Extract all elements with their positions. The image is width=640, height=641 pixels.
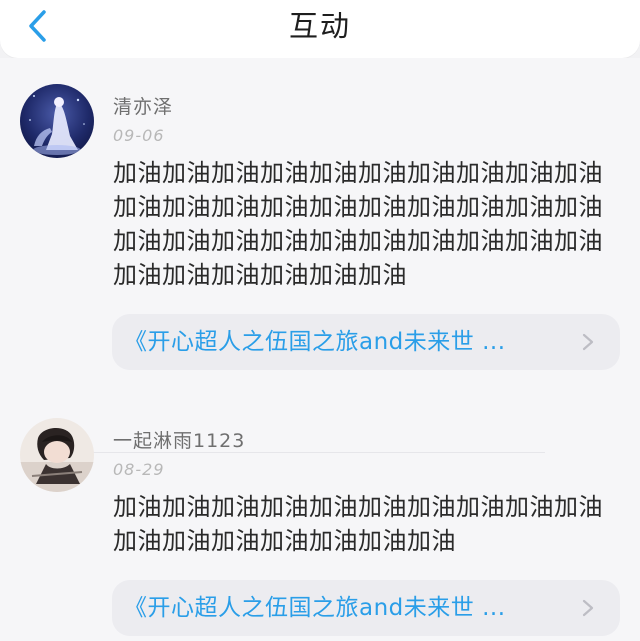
related-work-link[interactable]: 《开心超人之伍国之旅and未来世 ... bbox=[112, 580, 620, 636]
page-title: 互动 bbox=[288, 9, 351, 43]
avatar[interactable] bbox=[20, 84, 94, 158]
comment-text: 加油加油加油加油加油加油加油加油加油加油加油加油加油加油加油加油加油 bbox=[113, 493, 603, 555]
comment-date: 09-06 bbox=[113, 126, 165, 145]
comment-date: 08-29 bbox=[113, 460, 165, 479]
username[interactable]: 一起淋雨1123 bbox=[113, 426, 245, 453]
related-work-title: 《开心超人之伍国之旅and未来世 ... bbox=[124, 329, 506, 355]
app-header: 互动 bbox=[0, 0, 640, 58]
comment-text: 加油加油加油加油加油加油加油加油加油加油加油加油加油加油加油加油加油加油加油加油… bbox=[113, 159, 603, 289]
avatar[interactable] bbox=[20, 418, 94, 492]
related-work-title: 《开心超人之伍国之旅and未来世 ... bbox=[124, 595, 506, 621]
chevron-right-icon bbox=[578, 332, 598, 352]
chevron-right-icon bbox=[578, 598, 598, 618]
related-work-link[interactable]: 《开心超人之伍国之旅and未来世 ... bbox=[112, 314, 620, 370]
username[interactable]: 清亦泽 bbox=[113, 92, 173, 119]
interaction-feed: 清亦泽 09-06 加油加油加油加油加油加油加油加油加油加油加油加油加油加油加油… bbox=[0, 58, 640, 641]
